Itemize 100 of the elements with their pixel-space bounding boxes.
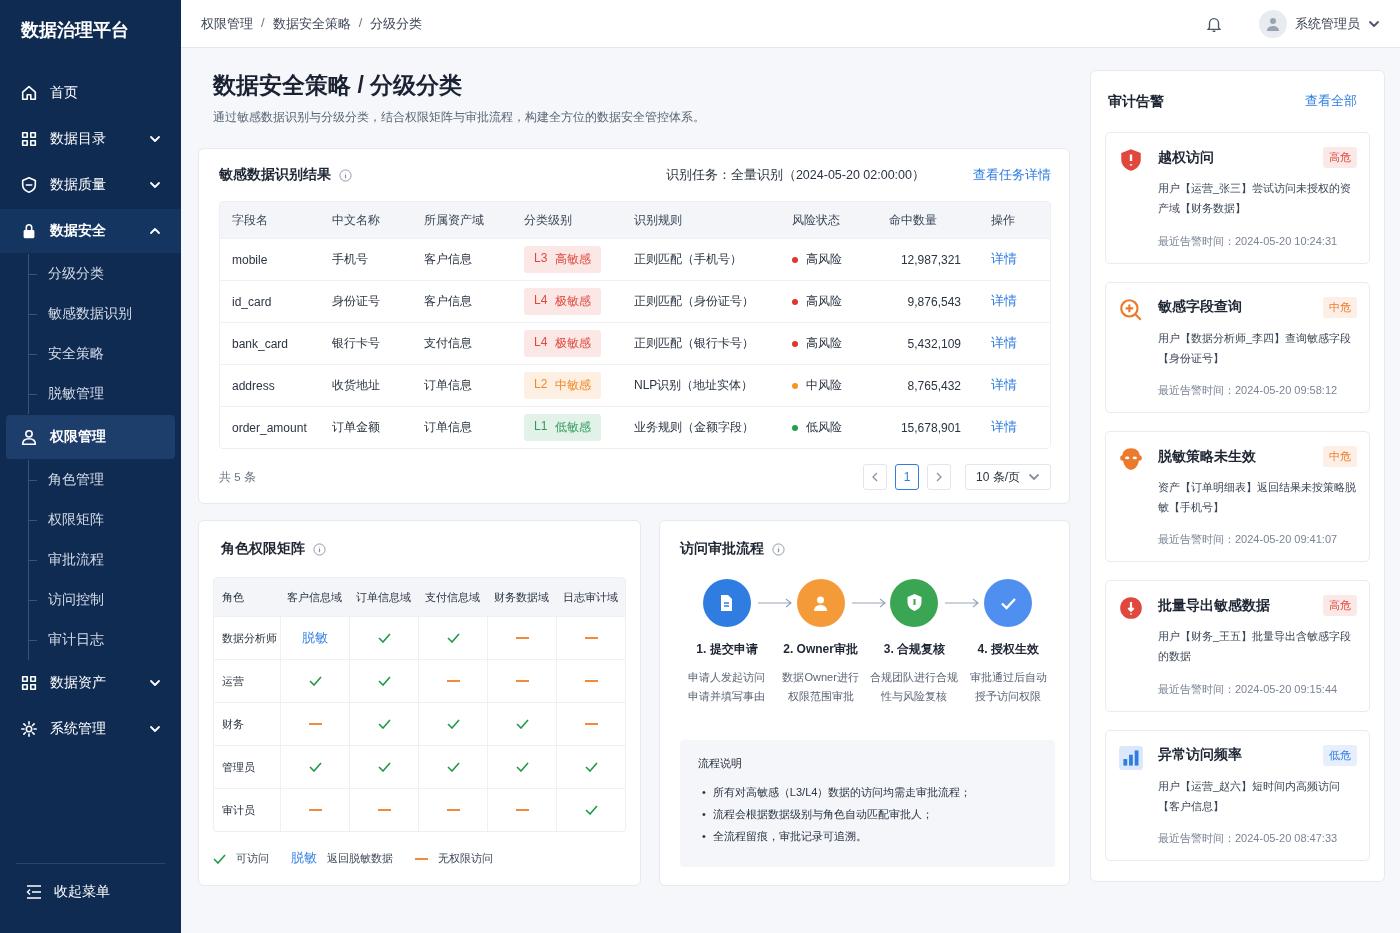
table-cell-text: 正则匹配（手机号） xyxy=(634,251,743,268)
severity-badge: 中危 xyxy=(1323,446,1357,468)
alert-description: 用户【运营_赵六】短时间内高频访问【客户信息】 xyxy=(1158,778,1342,814)
nav-subitem[interactable]: 脱敏管理 xyxy=(29,374,181,414)
legend-label: 可访问 xyxy=(236,851,269,866)
info-icon[interactable] xyxy=(772,542,785,556)
card-title: 访问审批流程 xyxy=(680,540,764,558)
alert-card[interactable]: 越权访问 高危 用户【运营_张三】尝试访问未授权的资产域【财务数据】 最近告警时间：2024-05-20 10:24:31 xyxy=(1105,132,1370,264)
dash-icon xyxy=(415,857,428,860)
notes-title: 流程说明 xyxy=(698,756,743,771)
nav-subitem[interactable]: 审批流程 xyxy=(29,540,181,580)
detail-link[interactable]: 详情 xyxy=(991,377,1050,394)
column-header: 支付信息域 xyxy=(418,578,487,616)
table-cell-text: 正则匹配（身份证号） xyxy=(634,293,755,310)
masked-label: 脱敏 xyxy=(291,850,317,867)
alert-card[interactable]: 脱敏策略未生效 中危 资产【订单明细表】返回结果未按策略脱敏【手机号】 最近告警时间：2024-05-20 09:41:07 xyxy=(1105,431,1370,563)
bullet: • xyxy=(702,807,706,821)
alert-card[interactable]: 异常访问频率 低危 用户【运营_赵六】短时间内高频访问【客户信息】 最近告警时间：2024-05-20 08:47:33 xyxy=(1105,729,1370,861)
next-page-button[interactable] xyxy=(927,464,951,490)
chevron-down-icon xyxy=(149,179,161,191)
alert-time: 最近告警时间：2024-05-20 08:47:33 xyxy=(1158,831,1339,846)
nav-item[interactable]: 数据目录 xyxy=(0,117,181,161)
risk-status: 高风险 xyxy=(806,335,842,352)
chevron-right-icon xyxy=(935,472,943,482)
table-cell-text: 业务规则（金额字段） xyxy=(634,419,755,436)
check-icon xyxy=(377,633,391,643)
view-all-link[interactable]: 查看全部 xyxy=(1305,93,1357,111)
nav-item[interactable]: 首页 xyxy=(0,71,181,115)
table-cell-text: 身份证号 xyxy=(332,293,381,310)
user-name: 系统管理员 xyxy=(1295,14,1360,33)
check-icon xyxy=(584,805,598,815)
breadcrumb-item[interactable]: 数据安全策略 xyxy=(272,14,351,33)
breadcrumb-item[interactable]: 权限管理 xyxy=(201,14,253,33)
table-cell-text: bank_card xyxy=(232,336,290,351)
nav-item[interactable]: 数据安全 xyxy=(0,209,181,253)
nav-subitem[interactable]: 安全策略 xyxy=(29,334,181,374)
collapse-menu-button[interactable]: 收起菜单 xyxy=(16,863,165,919)
severity-badge: 低危 xyxy=(1323,744,1357,766)
detail-link[interactable]: 详情 xyxy=(991,335,1050,352)
nav-subitem[interactable]: 访问控制 xyxy=(29,580,181,620)
alert-card[interactable]: 敏感字段查询 中危 用户【数据分析师_李四】查询敏感字段【身份证号】 最近告警时间：2024-05-20 09:58:12 xyxy=(1105,281,1370,414)
level-tag: L1 低敏感 xyxy=(524,414,602,441)
arrow-icon xyxy=(756,598,793,608)
column-header: 中文名称 xyxy=(332,212,381,228)
arrow-icon xyxy=(944,598,981,608)
step-title: 2. Owner审批 xyxy=(783,641,858,658)
shield-icon xyxy=(20,176,38,194)
column-header: 命中数量 xyxy=(889,212,938,228)
table-cell-text: 手机号 xyxy=(332,251,369,268)
alert-card[interactable]: 批量导出敏感数据 高危 用户【财务_王五】批量导出含敏感字段的数据 最近告警时间：2024-05-20 09:15:44 xyxy=(1105,580,1370,712)
breadcrumb-item[interactable]: 分级分类 xyxy=(370,14,423,33)
nav-subitem[interactable]: 权限矩阵 xyxy=(29,500,181,540)
table-cell-text: 12,987,321 xyxy=(899,252,962,267)
info-icon[interactable] xyxy=(339,168,352,182)
note-item: 所有对高敏感（L3/L4）数据的访问均需走审批流程； xyxy=(712,785,972,799)
step-title: 1. 提交申请 xyxy=(696,641,758,658)
nav-item[interactable]: 数据资产 xyxy=(0,661,181,705)
page-button[interactable]: 1 xyxy=(895,464,919,490)
detail-link[interactable]: 详情 xyxy=(991,293,1050,310)
risk-status: 高风险 xyxy=(806,251,842,268)
column-header: 日志审计域 xyxy=(556,578,625,616)
breadcrumb-separator: / xyxy=(358,14,363,32)
detail-link[interactable]: 详情 xyxy=(991,419,1050,436)
step-description: 合规团队进行合规 性与风险复核 xyxy=(870,670,959,704)
table-cell-text: 9,876,543 xyxy=(906,294,962,309)
dash-icon xyxy=(308,809,322,811)
nav-subitem[interactable]: 敏感数据识别 xyxy=(29,294,181,334)
nav-subitem[interactable]: 角色管理 xyxy=(29,460,181,500)
alert-title: 敏感字段查询 xyxy=(1158,298,1242,317)
home-icon xyxy=(20,84,38,102)
column-header: 所属资产域 xyxy=(424,212,485,228)
user-menu[interactable]: 系统管理员 xyxy=(1259,9,1380,38)
chevron-down-icon xyxy=(149,133,161,145)
column-header: 订单信息域 xyxy=(349,578,418,616)
nav-item[interactable]: 权限管理 xyxy=(6,415,175,459)
breadcrumb-separator: / xyxy=(261,14,265,32)
page-size-select[interactable]: 10 条/页 xyxy=(965,464,1051,490)
nav-item[interactable]: 系统管理 xyxy=(0,707,181,751)
total-count: 共 5 条 xyxy=(219,469,256,485)
dash-icon xyxy=(515,637,529,639)
detail-link[interactable]: 详情 xyxy=(991,251,1050,268)
table-cell-text: 订单信息 xyxy=(424,377,473,394)
card-title: 敏感数据识别结果 xyxy=(219,166,331,184)
column-header: 操作 xyxy=(991,212,1016,228)
check-icon xyxy=(213,853,226,864)
nav-subitem[interactable]: 分级分类 xyxy=(29,254,181,294)
nav-subitem[interactable]: 审计日志 xyxy=(29,620,181,660)
severity-badge: 中危 xyxy=(1323,296,1357,318)
table-cell-text: id_card xyxy=(232,294,273,309)
nav-item[interactable]: 数据质量 xyxy=(0,163,181,207)
dash-icon xyxy=(584,680,598,682)
prev-page-button[interactable] xyxy=(863,464,887,490)
step-description: 数据Owner进行 权限范围审批 xyxy=(782,670,859,704)
alert-title: 脱敏策略未生效 xyxy=(1158,447,1256,466)
level-tag: L3 高敏感 xyxy=(524,246,602,273)
info-icon[interactable] xyxy=(313,542,326,556)
table-cell-text: 订单信息 xyxy=(424,419,473,436)
chevron-down-icon xyxy=(1028,471,1040,483)
task-detail-link[interactable]: 查看任务详情 xyxy=(973,166,1051,184)
alert-description: 用户【财务_王五】批量导出含敏感字段的数据 xyxy=(1158,629,1353,665)
